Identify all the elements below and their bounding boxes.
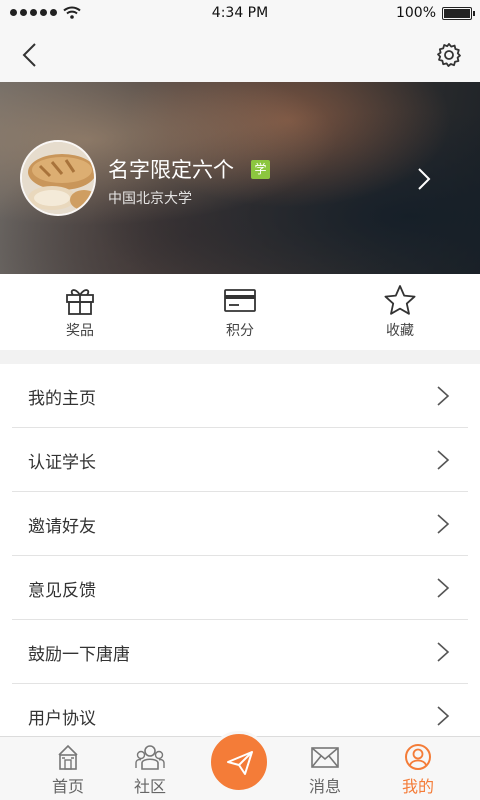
- chevron-right-icon[interactable]: [414, 166, 434, 192]
- status-bar: 4:34 PM 100%: [0, 0, 480, 28]
- quick-action-label: 积分: [226, 323, 254, 339]
- tab-bar: 首页 社区 消息 我的: [0, 731, 480, 800]
- menu-item-feedback[interactable]: 意见反馈: [0, 556, 480, 620]
- card-icon: [224, 289, 256, 312]
- tab-mine[interactable]: 我的: [378, 741, 458, 797]
- tab-label: 社区: [133, 777, 166, 796]
- quick-action-prizes[interactable]: 奖品: [30, 284, 130, 340]
- battery-percent: 100%: [395, 5, 436, 21]
- menu-item-label: 我的主页: [28, 389, 96, 409]
- battery-indicator: 100%: [395, 5, 475, 21]
- home-icon: [58, 744, 78, 770]
- post-button[interactable]: [208, 731, 270, 793]
- tab-label: 我的: [401, 777, 434, 796]
- quick-action-label: 收藏: [386, 323, 414, 339]
- chevron-right-icon: [437, 578, 450, 598]
- gift-icon: [66, 289, 94, 315]
- bread-photo: [22, 142, 94, 214]
- profile-header[interactable]: 名字限定六个 学 中国北京大学: [0, 82, 480, 274]
- menu-item-label: 意见反馈: [28, 581, 96, 601]
- tab-messages[interactable]: 消息: [285, 741, 365, 797]
- user-school: 中国北京大学: [108, 191, 192, 207]
- star-icon: [384, 285, 416, 315]
- menu-item-homepage[interactable]: 我的主页: [0, 364, 480, 428]
- tab-label: 首页: [51, 777, 84, 796]
- chevron-right-icon: [437, 642, 450, 662]
- user-name: 名字限定六个: [108, 158, 234, 182]
- chevron-right-icon: [437, 386, 450, 406]
- tab-label: 消息: [308, 777, 341, 796]
- quick-action-favorites[interactable]: 收藏: [350, 284, 450, 340]
- student-badge: 学: [251, 160, 270, 179]
- menu-item-invite-friends[interactable]: 邀请好友: [0, 492, 480, 556]
- menu-item-verify-senior[interactable]: 认证学长: [0, 428, 480, 492]
- menu-item-label: 用户协议: [28, 709, 96, 729]
- menu-item-label: 邀请好友: [28, 517, 96, 537]
- paper-plane-icon: [227, 751, 253, 775]
- gear-icon[interactable]: [432, 38, 466, 72]
- mail-icon: [311, 747, 339, 768]
- tab-community[interactable]: 社区: [110, 741, 190, 797]
- nav-bar: [0, 28, 480, 82]
- quick-action-points[interactable]: 积分: [190, 284, 290, 340]
- avatar[interactable]: [20, 140, 96, 216]
- chevron-right-icon: [437, 706, 450, 726]
- profile-icon: [405, 744, 431, 770]
- chevron-right-icon: [437, 514, 450, 534]
- back-icon[interactable]: [14, 38, 48, 72]
- menu-list: 我的主页 认证学长 邀请好友 意见反馈 鼓励一下唐唐 用户协议: [0, 364, 480, 736]
- battery-icon: [442, 6, 475, 20]
- chevron-right-icon: [437, 450, 450, 470]
- quick-actions: 奖品 积分 收藏: [0, 274, 480, 350]
- quick-action-label: 奖品: [66, 323, 94, 339]
- tab-home[interactable]: 首页: [28, 741, 108, 797]
- menu-item-label: 鼓励一下唐唐: [28, 645, 130, 665]
- community-icon: [135, 745, 165, 770]
- menu-item-encourage[interactable]: 鼓励一下唐唐: [0, 620, 480, 684]
- menu-item-label: 认证学长: [28, 453, 96, 473]
